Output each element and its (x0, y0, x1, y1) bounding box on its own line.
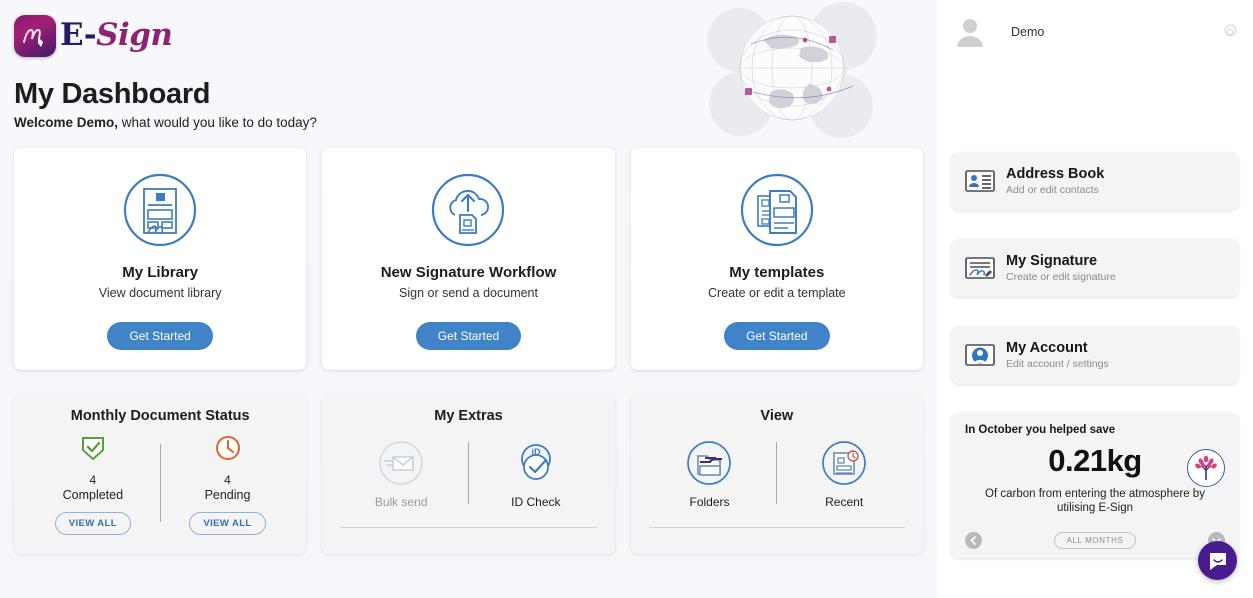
view-all-completed-button[interactable]: VIEW ALL (54, 512, 131, 535)
sidebar-item-subtitle: Edit account / settings (1006, 358, 1109, 371)
shield-check-icon (79, 434, 107, 467)
recent-documents-icon (821, 440, 867, 491)
extras-label: Bulk send (374, 495, 428, 509)
view-folders[interactable]: Folders (643, 440, 777, 510)
carbon-heading: In October you helped save (965, 424, 1116, 436)
signature-card-icon (965, 256, 995, 280)
card-new-signature-workflow[interactable]: New Signature Workflow Sign or send a do… (322, 148, 615, 370)
welcome-message: Welcome Demo, what would you like to do … (14, 115, 923, 130)
get-started-button[interactable]: Get Started (107, 322, 213, 351)
cloud-upload-icon (332, 170, 604, 250)
page-header: E-Sign My Dashboard Welcome Demo, what w… (0, 0, 937, 130)
esign-logo-mark-icon (14, 15, 56, 57)
welcome-name: Welcome Demo, (14, 115, 119, 130)
carbon-controls: ALL MONTHS (965, 532, 1225, 549)
card-title: New Signature Workflow (380, 264, 557, 281)
divider (648, 527, 905, 528)
templates-icon (641, 170, 913, 250)
brand-wordmark: E-Sign (60, 16, 173, 53)
status-count: 4 (89, 473, 97, 487)
chat-bubble-icon[interactable] (1198, 541, 1237, 580)
all-months-button[interactable]: ALL MONTHS (1053, 532, 1137, 549)
main-content: E-Sign My Dashboard Welcome Demo, what w… (0, 0, 937, 598)
card-subtitle: Create or edit a template (708, 286, 846, 300)
carbon-amount: 0.21kg (1048, 443, 1142, 478)
extras-label: ID Check (511, 495, 561, 509)
page-title: My Dashboard (14, 78, 211, 110)
card-monthly-document-status: Monthly Document Status 4 Completed VIEW… (14, 394, 307, 554)
divider (340, 527, 597, 528)
card-my-extras: My Extras Bulk send iD ID Check (322, 394, 615, 554)
account-photo-icon (965, 343, 995, 367)
status-completed[interactable]: 4 Completed VIEW ALL (26, 434, 160, 535)
card-title: View (760, 408, 794, 424)
card-title: My Extras (434, 408, 503, 424)
status-count: 4 (224, 473, 231, 487)
carbon-savings-card: In October you helped save 0.21kg Of car… (951, 413, 1239, 558)
card-subtitle: Sign or send a document (399, 286, 538, 300)
status-pending[interactable]: 4 Pending VIEW ALL (161, 434, 295, 535)
brand-logo[interactable]: E-Sign (14, 12, 923, 60)
sidebar-item-address-book[interactable]: Address Book Add or edit contacts (951, 152, 1239, 210)
sidebar-item-title: My Signature (1006, 252, 1098, 269)
extras-id-check[interactable]: iD ID Check (469, 440, 603, 510)
sidebar-item-subtitle: Create or edit signature (1006, 271, 1116, 284)
secondary-cards-row: Monthly Document Status 4 Completed VIEW… (0, 370, 937, 554)
card-title: My Library (122, 264, 199, 281)
user-avatar-icon[interactable] (951, 13, 989, 51)
card-my-library[interactable]: My Library View document library Get Sta… (14, 148, 307, 370)
welcome-question: what would you like to do today? (118, 115, 317, 130)
sidebar-item-my-signature[interactable]: My Signature Create or edit signature (951, 239, 1239, 297)
get-started-button[interactable]: Get Started (724, 322, 830, 351)
chevron-left-circle-icon[interactable] (965, 532, 982, 549)
sidebar-item-my-account[interactable]: My Account Edit account / settings (951, 326, 1239, 384)
card-view: View Folders Recent (630, 394, 923, 554)
primary-cards-row: My Library View document library Get Sta… (0, 130, 937, 370)
right-sidebar: Demo Address Book Add or edit contacts M… (937, 0, 1253, 598)
status-label: Pending (204, 488, 251, 502)
sidebar-item-title: My Account (1006, 339, 1088, 356)
card-title: Monthly Document Status (70, 408, 250, 424)
user-name: Demo (1011, 25, 1045, 39)
card-my-templates[interactable]: My templates Create or edit a template G… (630, 148, 923, 370)
gear-icon[interactable] (1221, 23, 1239, 41)
view-label: Folders (689, 495, 730, 509)
carbon-description: Of carbon from entering the atmosphere b… (985, 488, 1205, 515)
view-recent[interactable]: Recent (777, 440, 911, 510)
bulk-send-icon (378, 440, 424, 491)
view-label: Recent (825, 495, 864, 509)
view-all-pending-button[interactable]: VIEW ALL (189, 512, 266, 535)
clock-pending-icon (214, 434, 242, 467)
get-started-button[interactable]: Get Started (415, 322, 522, 351)
id-check-icon: iD (513, 440, 559, 491)
status-label: Completed (62, 488, 124, 502)
user-row: Demo (951, 0, 1239, 58)
card-subtitle: View document library (98, 286, 222, 300)
sidebar-item-subtitle: Add or edit contacts (1006, 184, 1099, 197)
sidebar-item-title: Address Book (1006, 165, 1105, 182)
address-book-icon (965, 169, 995, 193)
tree-icon (1187, 449, 1225, 487)
extras-bulk-send[interactable]: Bulk send (334, 440, 468, 510)
card-title: My templates (729, 264, 825, 281)
document-signature-icon (24, 170, 296, 250)
folders-icon (686, 440, 732, 491)
dashboard-app: E-Sign My Dashboard Welcome Demo, what w… (0, 0, 1253, 598)
